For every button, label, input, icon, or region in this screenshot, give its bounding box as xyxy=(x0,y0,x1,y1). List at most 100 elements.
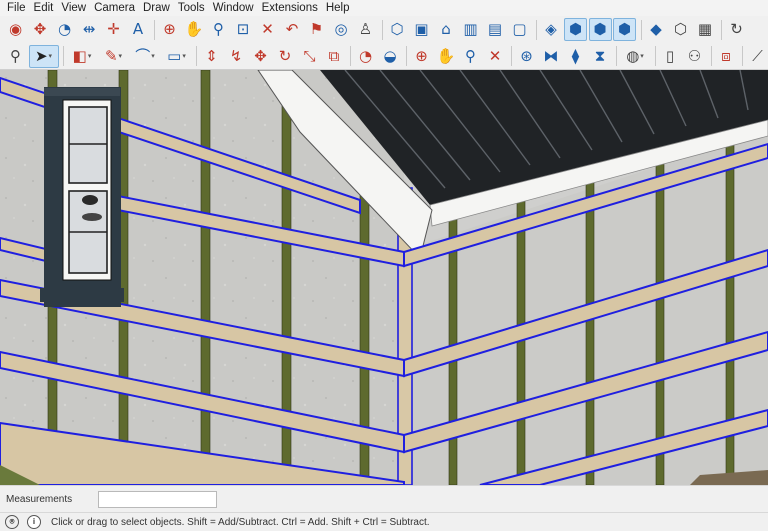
undo-button[interactable]: ↻ xyxy=(725,18,748,41)
follow-me-button[interactable]: ↯ xyxy=(225,45,248,68)
chevron-down-icon[interactable]: ▾ xyxy=(182,52,186,60)
zoom-extents-button[interactable]: ✕ xyxy=(256,18,279,41)
eraser-button[interactable]: ◧ ▾ xyxy=(67,45,97,68)
wireframe-button[interactable]: ⬢ xyxy=(564,18,587,41)
front-view-button[interactable]: ⌂ xyxy=(435,18,458,41)
undo-icon: ↻ xyxy=(730,20,743,38)
previous-view-button[interactable]: ↶ xyxy=(281,18,304,41)
styles-button[interactable]: ⧗ xyxy=(589,45,612,68)
iso-view-icon: ⬡ xyxy=(390,20,404,38)
tape-measure-button[interactable]: ◔ xyxy=(354,45,377,68)
protractor-button[interactable]: ◔ xyxy=(53,18,76,41)
look-around-button[interactable]: ◎ xyxy=(330,18,353,41)
menu-extensions[interactable]: Extensions xyxy=(259,0,323,16)
section-plane-button[interactable]: ⊕ xyxy=(158,18,181,41)
styles-icon: ⧗ xyxy=(594,46,606,65)
orbit-tool-button[interactable]: ⊕ xyxy=(410,45,433,68)
zoom-extents-tool-button[interactable]: ✕ xyxy=(484,45,507,68)
walk-button[interactable]: ♙ xyxy=(354,18,377,41)
pan-icon: ✥ xyxy=(33,20,47,38)
window[interactable] xyxy=(40,87,124,307)
hand-button[interactable]: ✋ xyxy=(183,18,206,41)
select-icon: ➤ xyxy=(34,46,48,65)
rectangle-icon: ▭ xyxy=(167,46,182,65)
paint-bucket-button[interactable]: ◒ xyxy=(379,45,402,68)
section-fill-button[interactable]: ⧈ xyxy=(715,45,738,68)
toolbar-separator xyxy=(721,19,722,40)
move-button[interactable]: ✥ xyxy=(249,45,272,68)
text-a-button[interactable]: A xyxy=(127,18,150,41)
iso-view-button[interactable]: ⬡ xyxy=(386,18,409,41)
pan-tool-button[interactable]: ✋ xyxy=(435,45,458,68)
menu-edit[interactable]: Edit xyxy=(31,0,59,16)
chevron-down-icon[interactable]: ▾ xyxy=(119,52,123,60)
account-button[interactable]: ◍ ▾ xyxy=(620,45,650,68)
sketchup-window: File Edit View Camera Draw Tools Window … xyxy=(0,0,768,531)
arc-icon: ⌒ xyxy=(135,46,151,65)
hidden-line-button[interactable]: ⬢ xyxy=(588,18,612,41)
right-view-icon: ▥ xyxy=(463,20,478,38)
info-icon[interactable]: i xyxy=(27,515,41,529)
axes-button[interactable]: ✛ xyxy=(102,18,125,41)
zoom-extents-tool-icon: ✕ xyxy=(488,46,502,65)
offset-button[interactable]: ⧉ xyxy=(323,45,346,68)
chevron-down-icon[interactable]: ▾ xyxy=(88,52,92,60)
search-button[interactable]: ⚲ xyxy=(4,45,27,68)
layers-button[interactable]: ⧫ xyxy=(564,45,587,68)
zoom-window-button[interactable]: ⊡ xyxy=(232,18,255,41)
xray-button[interactable]: ◈ xyxy=(540,18,563,41)
dimension-button[interactable]: ⇹ xyxy=(78,18,101,41)
scale-button[interactable]: ⤡ xyxy=(298,45,321,68)
menu-camera[interactable]: Camera xyxy=(91,0,140,16)
rotate-button[interactable]: ↻ xyxy=(274,45,297,68)
shaded-button[interactable]: ⬢ xyxy=(613,18,636,41)
chevron-down-icon[interactable]: ▾ xyxy=(151,52,155,60)
chevron-down-icon[interactable]: ▾ xyxy=(49,52,53,60)
orbit-icon: ◉ xyxy=(8,20,23,38)
geo-location-icon[interactable]: ⌾ xyxy=(5,515,19,529)
make-group-button[interactable]: ⬡ xyxy=(669,18,692,41)
move-icon: ✥ xyxy=(254,46,267,65)
back-view-icon: ▤ xyxy=(487,20,503,38)
look-around-icon: ◎ xyxy=(334,20,348,38)
rectangle-button[interactable]: ▭ ▾ xyxy=(162,45,192,68)
model-viewport[interactable] xyxy=(0,70,768,485)
menu-draw[interactable]: Draw xyxy=(140,0,175,16)
menu-view[interactable]: View xyxy=(58,0,91,16)
menu-file[interactable]: File xyxy=(4,0,31,16)
toolbar-bottom: ⚲ ➤ ▾ ◧ ▾ ✎ ▾ ⌒ ▾ ▭ ▾ ⇕ ↯ ✥ ↻ ⤡ ⧉ ◔ ◒ ⊕ ✋ ⚲ ✕ ⊛ ⧓ ⧫ ⧗ ◍ ▾ ▯ ⚇ ⧈ ⟋ xyxy=(0,43,768,70)
previous-view-icon: ↶ xyxy=(285,20,299,38)
push-pull-button[interactable]: ⇕ xyxy=(200,45,223,68)
select-button[interactable]: ➤ ▾ xyxy=(28,44,59,68)
measurements-input[interactable] xyxy=(98,490,217,508)
search-icon: ⚲ xyxy=(10,46,21,65)
right-view-button[interactable]: ▥ xyxy=(459,18,482,41)
toolbar-separator xyxy=(350,46,351,66)
scale-icon: ⤡ xyxy=(303,46,316,65)
line-pencil-button[interactable]: ✎ ▾ xyxy=(99,45,129,68)
zoom-tool-button[interactable]: ⚲ xyxy=(459,45,482,68)
arc-button[interactable]: ⌒ ▾ xyxy=(130,45,160,68)
component-button[interactable]: ◆ xyxy=(645,18,668,41)
shaded-icon: ⬢ xyxy=(617,20,632,38)
warehouse-3d-button[interactable]: ⊛ xyxy=(515,45,538,68)
toolbar-separator xyxy=(710,46,712,66)
left-view-button[interactable]: ▢ xyxy=(508,18,531,41)
model-canvas[interactable] xyxy=(0,70,768,485)
top-view-button[interactable]: ▣ xyxy=(410,18,433,41)
extension-button[interactable]: ⧓ xyxy=(540,45,563,68)
chevron-down-icon[interactable]: ▾ xyxy=(640,52,644,60)
zoom-button[interactable]: ⚲ xyxy=(207,18,230,41)
measure-tape-button[interactable]: ⟋ xyxy=(746,45,768,68)
orbit-button[interactable]: ◉ xyxy=(4,18,27,41)
menu-tools[interactable]: Tools xyxy=(175,0,210,16)
warehouse-button[interactable]: ▦ xyxy=(694,18,717,41)
pan-button[interactable]: ✥ xyxy=(29,18,52,41)
menu-help[interactable]: Help xyxy=(323,0,355,16)
new-file-button[interactable]: ▯ xyxy=(659,45,682,68)
measurements-bar: Measurements xyxy=(0,485,768,512)
position-camera-button[interactable]: ⚑ xyxy=(305,18,328,41)
user-button[interactable]: ⚇ xyxy=(683,45,706,68)
back-view-button[interactable]: ▤ xyxy=(484,18,507,41)
menu-window[interactable]: Window xyxy=(210,0,259,16)
